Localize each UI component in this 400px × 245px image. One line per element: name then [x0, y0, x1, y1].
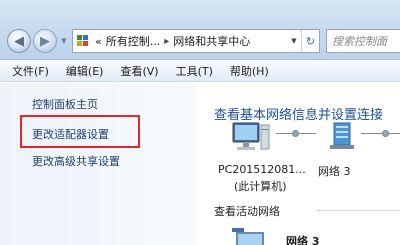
computer-label: (此计算机) [234, 180, 287, 193]
window-chrome: ◀ ▶ ▼ « 所有控制... ▸ 网络和共享中心 ▼ ↻ 搜索控制面 [0, 0, 400, 60]
network-icon [330, 122, 354, 149]
computer-icon [232, 122, 270, 150]
forward-arrow-icon[interactable]: ▶ [33, 29, 57, 53]
back-arrow-icon[interactable]: ◀ [7, 29, 31, 53]
address-bar[interactable]: « 所有控制... ▸ 网络和共享中心 ▼ ↻ [72, 29, 320, 53]
left-navigation-pane: 控制面板主页 更改适配器设置 更改高级共享设置 [0, 83, 196, 245]
recent-pages-dropdown-icon[interactable]: ▼ [60, 37, 68, 45]
active-networks-heading: 查看活动网络 [214, 205, 280, 218]
address-overflow[interactable]: « [95, 35, 102, 48]
active-network-name: 网络 3 [286, 235, 320, 245]
menu-help[interactable]: 帮助(H) [224, 63, 275, 79]
breadcrumb-separator[interactable]: ▸ [164, 36, 169, 47]
main-content-pane: 查看基本网络信息并设置连接 PC201512081... (此计算机) 网络 3… [196, 83, 400, 245]
menu-file[interactable]: 文件(F) [6, 63, 55, 79]
computer-name: PC201512081... [218, 163, 306, 176]
connection-dot [292, 130, 299, 137]
refresh-icon[interactable]: ↻ [301, 30, 319, 52]
menu-bar: 文件(F) 编辑(E) 查看(V) 工具(T) 帮助(H) [0, 60, 400, 82]
address-dropdown-icon[interactable]: ▼ [287, 30, 301, 52]
menu-view[interactable]: 查看(V) [114, 63, 164, 79]
connection-dot-internet [382, 130, 389, 137]
breadcrumb-all-control-panel[interactable]: 所有控制... [106, 33, 161, 49]
network-name[interactable]: 网络 3 [318, 163, 351, 179]
active-network-icon [232, 228, 264, 245]
highlight-box [20, 115, 140, 148]
link-change-advanced-sharing[interactable]: 更改高级共享设置 [32, 153, 120, 169]
menu-edit[interactable]: 编辑(E) [60, 63, 110, 79]
connection-line-internet [361, 133, 400, 134]
breadcrumb-network-center[interactable]: 网络和共享中心 [173, 33, 250, 49]
section-divider [316, 210, 400, 211]
search-input[interactable]: 搜索控制面 [326, 29, 400, 53]
menu-tools[interactable]: 工具(T) [170, 63, 219, 79]
control-panel-icon [77, 35, 91, 47]
link-control-panel-home[interactable]: 控制面板主页 [32, 96, 98, 112]
